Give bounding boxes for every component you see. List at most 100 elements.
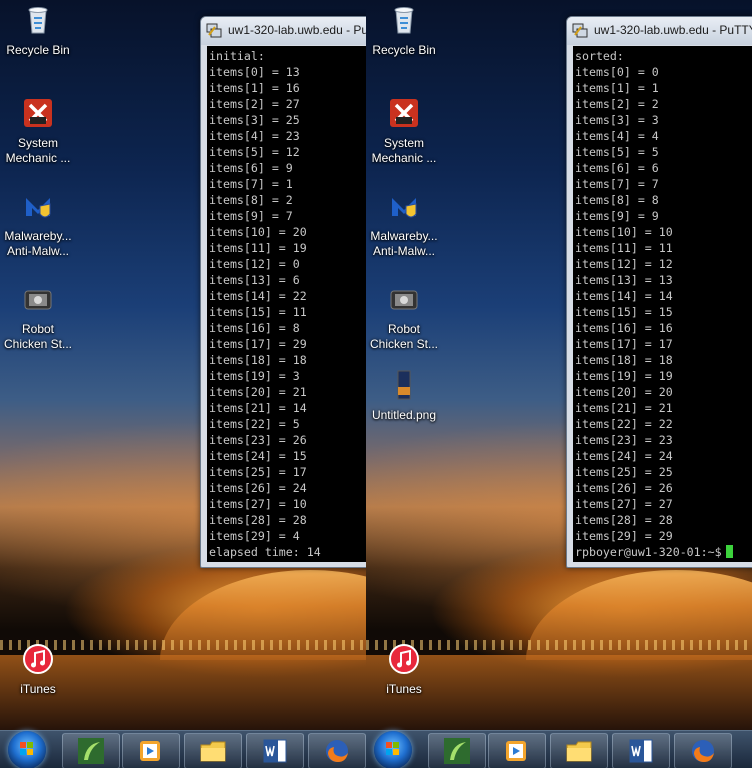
media-player-icon: [506, 741, 526, 761]
putty-window-left[interactable]: uw1-320-lab.uwb.edu - PuTTY initial: ite…: [200, 16, 366, 568]
desktop-icon-untitled-png[interactable]: Untitled.png: [366, 369, 442, 423]
terminal-line: items[6] = 6: [575, 161, 659, 175]
system-mechanic-icon: [24, 99, 52, 127]
terminal-line: items[24] = 15: [209, 449, 307, 463]
word-icon: [263, 739, 287, 763]
desktop-icon-itunes[interactable]: iTunes: [366, 643, 442, 697]
taskbar-file-explorer-button[interactable]: [184, 733, 242, 768]
terminal-line: items[28] = 28: [209, 513, 307, 527]
robot-chicken-icon: [390, 290, 418, 310]
taskbar-firefox-button[interactable]: [674, 733, 732, 768]
recycle-bin-icon: [28, 7, 48, 34]
desktop-icon-robot-chicken[interactable]: Robot Chicken St...: [366, 283, 442, 352]
terminal-line: items[23] = 26: [209, 433, 307, 447]
terminal-header: initial:: [209, 49, 265, 63]
desktop-icon-label: Untitled.png: [371, 408, 437, 422]
itunes-icon: [23, 644, 53, 674]
terminal-line: items[14] = 22: [209, 289, 307, 303]
start-button[interactable]: [374, 731, 412, 768]
window-titlebar[interactable]: uw1-320-lab.uwb.edu - PuTTY: [201, 17, 366, 45]
terminal-line: items[21] = 21: [575, 401, 673, 415]
desktop-icon-malwarebytes[interactable]: Malwareby... Anti-Malw...: [366, 190, 442, 259]
putty-icon: [206, 23, 222, 38]
firefox-icon: [692, 740, 714, 762]
terminal-line: items[3] = 25: [209, 113, 300, 127]
putty-window-right[interactable]: uw1-320-lab.uwb.edu - PuTTY sorted: item…: [566, 16, 752, 568]
desktop-icon-label: Robot Chicken St...: [369, 322, 439, 351]
taskbar-file-explorer-button[interactable]: [550, 733, 608, 768]
start-button[interactable]: [8, 731, 46, 768]
media-player-icon: [140, 741, 160, 761]
terminal-line: items[13] = 13: [575, 273, 673, 287]
window-title: uw1-320-lab.uwb.edu - PuTTY: [594, 23, 752, 37]
terminal-line: items[24] = 24: [575, 449, 673, 463]
right-screenshot: Recycle Bin System Mechanic ... Malwareb…: [366, 0, 752, 768]
terminal-line: items[12] = 0: [209, 257, 300, 271]
system-mechanic-icon: [390, 99, 418, 127]
window-titlebar[interactable]: uw1-320-lab.uwb.edu - PuTTY: [567, 17, 752, 45]
terminal-line: items[17] = 17: [575, 337, 673, 351]
desktop-icon-recycle-bin[interactable]: Recycle Bin: [366, 4, 442, 58]
terminal-line: items[11] = 11: [575, 241, 673, 255]
terminal-line: items[19] = 3: [209, 369, 300, 383]
desktop-icon-label: Robot Chicken St...: [3, 322, 73, 351]
taskbar-word-button[interactable]: [612, 733, 670, 768]
terminal-line: items[12] = 12: [575, 257, 673, 271]
terminal-line: items[0] = 0: [575, 65, 659, 79]
app-icon: [78, 738, 104, 764]
file-explorer-icon: [566, 741, 592, 762]
terminal-line: items[21] = 14: [209, 401, 307, 415]
word-icon: [629, 739, 653, 763]
terminal-line: items[7] = 1: [209, 177, 293, 191]
taskbar-app-button[interactable]: [428, 733, 486, 768]
terminal-line: items[29] = 29: [575, 529, 673, 543]
desktop-icon-system-mechanic[interactable]: System Mechanic ...: [0, 97, 76, 166]
terminal-line: items[26] = 26: [575, 481, 673, 495]
desktop-icon-label: System Mechanic ...: [371, 136, 437, 165]
terminal-line: items[15] = 11: [209, 305, 307, 319]
desktop-icon-label: System Mechanic ...: [5, 136, 71, 165]
terminal-line: items[8] = 8: [575, 193, 659, 207]
terminal-line: items[16] = 16: [575, 321, 673, 335]
malwarebytes-icon: [392, 198, 417, 218]
terminal-cursor: [725, 545, 733, 558]
terminal-line: items[22] = 5: [209, 417, 300, 431]
windows-logo-icon: [386, 742, 399, 755]
terminal-line: items[27] = 10: [209, 497, 307, 511]
terminal-line: items[16] = 8: [209, 321, 300, 335]
desktop-icon-system-mechanic[interactable]: System Mechanic ...: [366, 97, 442, 166]
terminal-screen[interactable]: sorted: items[0] = 0 items[1] = 1 items[2]…: [573, 46, 752, 562]
terminal-line: items[29] = 4: [209, 529, 300, 543]
desktop-icon-robot-chicken[interactable]: Robot Chicken St...: [0, 283, 76, 352]
terminal-line: items[3] = 3: [575, 113, 659, 127]
desktop-icon-malwarebytes[interactable]: Malwareby... Anti-Malw...: [0, 190, 76, 259]
terminal-line: items[27] = 27: [575, 497, 673, 511]
putty-icon: [572, 23, 588, 38]
window-title: uw1-320-lab.uwb.edu - PuTTY: [228, 23, 366, 37]
terminal-line: items[10] = 10: [575, 225, 673, 239]
terminal-line: items[8] = 2: [209, 193, 293, 207]
desktop-icon-itunes[interactable]: iTunes: [0, 643, 76, 697]
terminal-line: items[5] = 12: [209, 145, 300, 159]
terminal-line: items[9] = 9: [575, 209, 659, 223]
recycle-bin-icon: [394, 7, 414, 34]
terminal-line: items[19] = 19: [575, 369, 673, 383]
terminal-line: items[20] = 21: [209, 385, 307, 399]
terminal-line: items[6] = 9: [209, 161, 293, 175]
desktop-icon-recycle-bin[interactable]: Recycle Bin: [0, 4, 76, 58]
terminal-line: items[2] = 2: [575, 97, 659, 111]
terminal-screen[interactable]: initial: items[0] = 13 items[1] = 16 items…: [207, 46, 366, 562]
windows-logo-icon: [20, 742, 33, 755]
terminal-line: items[4] = 23: [209, 129, 300, 143]
terminal-line: items[18] = 18: [575, 353, 673, 367]
taskbar-app-button[interactable]: [62, 733, 120, 768]
terminal-line: items[1] = 16: [209, 81, 300, 95]
taskbar-media-player-button[interactable]: [488, 733, 546, 768]
terminal-line: items[26] = 24: [209, 481, 307, 495]
robot-chicken-icon: [24, 290, 52, 310]
file-explorer-icon: [200, 741, 226, 762]
taskbar-media-player-button[interactable]: [122, 733, 180, 768]
taskbar-word-button[interactable]: [246, 733, 304, 768]
taskbar-firefox-button[interactable]: [308, 733, 366, 768]
terminal-line: items[10] = 20: [209, 225, 307, 239]
